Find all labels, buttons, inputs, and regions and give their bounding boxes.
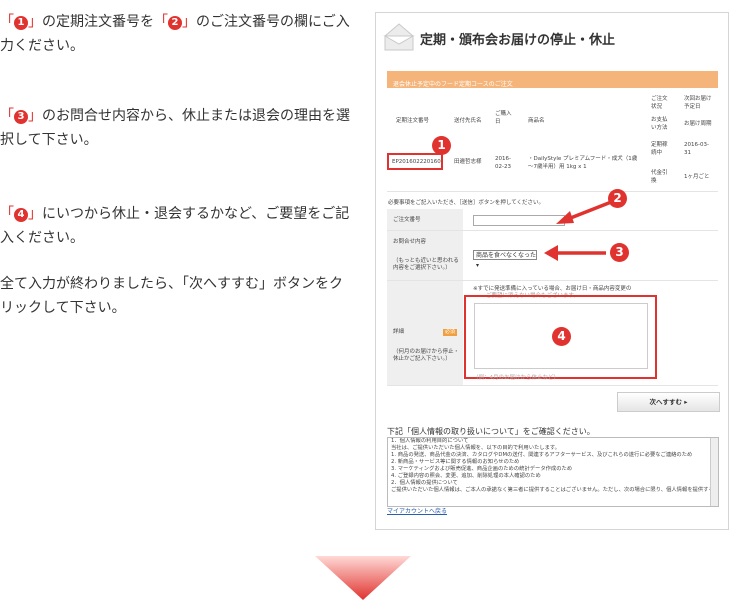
col-next-1: 次回お届け bbox=[684, 96, 712, 102]
page-title: 定期・頒布会お届けの停止・休止 bbox=[420, 33, 616, 48]
col-recipient: 送付先氏名 bbox=[454, 118, 482, 124]
privacy-line: ご提供いただいた個人情報は、ご本人の承諾なく第三者に提供することはございません。… bbox=[391, 487, 718, 493]
col-purchase-1: ご購入 bbox=[495, 111, 512, 117]
marker-3-big: 3 bbox=[610, 243, 629, 262]
col-product: 商品名 bbox=[528, 118, 545, 124]
next-button[interactable]: 次へすすむ ▸ bbox=[617, 392, 720, 412]
detail-foot: （例：4月のお届けから休止など） bbox=[473, 375, 560, 381]
col-order-no: 定期注文番号 bbox=[396, 118, 430, 124]
privacy-line: 4. ご登録内容の照会、変更、追加、削除処理の本人確認のため bbox=[391, 473, 541, 479]
col-purchase-2: 日 bbox=[495, 119, 501, 125]
product-1: ・DailyStyle プレミアムフード・成犬（1歳 bbox=[528, 156, 638, 162]
envelope-icon bbox=[383, 23, 415, 51]
detail-label: 詳細 bbox=[393, 329, 405, 335]
privacy-line: 当社は、ご提供いただいた個人情報を、以下の目的で利用いたします。 bbox=[391, 445, 560, 451]
instruction-1: 「1 」の定期注文番号を「 2 」のご注文番号の欄にご入力ください。 bbox=[0, 14, 350, 54]
instruction-3: 「4 」にいつから休止・退会するかなど、ご要望をご記入ください。 bbox=[0, 206, 350, 246]
inquiry-select[interactable]: 商品を食べなくなった ▾ bbox=[473, 250, 537, 269]
instruction-4: 全て入力が終わりましたら、「次へすすむ」ボタンをクリックして下さい。 bbox=[0, 276, 343, 316]
recipient-value: 田邉哲志様 bbox=[454, 159, 482, 165]
marker-3-icon: 3 bbox=[14, 110, 28, 124]
next-date-2: 31 bbox=[684, 150, 691, 156]
marker-1-icon: 1 bbox=[14, 16, 28, 30]
payment-2: 換 bbox=[651, 178, 657, 184]
col-cycle: お届け周期 bbox=[684, 121, 712, 127]
order-header-bar: 退会休止予定中のフード定期コースのご注文 bbox=[387, 71, 718, 88]
cycle-value: 1ヶ月ごと bbox=[684, 174, 710, 180]
privacy-line: 3. マーケティングおよび販売促進、商品企画のための統計データ作成のため bbox=[391, 466, 573, 472]
status-1: 定期稼 bbox=[651, 142, 668, 148]
col-payment-1: お支払 bbox=[651, 117, 668, 123]
required-badge: 必須 bbox=[443, 329, 457, 336]
product-2: 〜7歳半用）用 1kg x 1 bbox=[528, 164, 587, 170]
privacy-line: 1．個人情報の利用目的について bbox=[391, 438, 469, 444]
row-divider bbox=[387, 385, 718, 386]
form-note: 必要事項をご記入いただき、［送信］ボタンを押してください。 bbox=[388, 200, 545, 206]
arrow-3-icon bbox=[544, 245, 606, 261]
back-link[interactable]: マイアカウントへ戻る bbox=[387, 506, 447, 515]
col-status-1: ご注文 bbox=[651, 96, 668, 102]
status-2: 続中 bbox=[651, 150, 663, 156]
privacy-line: 2．個人情報の提供について bbox=[391, 480, 458, 486]
col-payment-2: い方法 bbox=[651, 125, 668, 131]
date-2: 02-23 bbox=[495, 164, 511, 170]
order-field-label: ご注文番号 bbox=[393, 217, 421, 223]
privacy-line: 2. 新商品・サービス等に関する情報のお知らせのため bbox=[391, 459, 520, 465]
order-no-highlight bbox=[387, 153, 443, 170]
marker-1-big: 1 bbox=[432, 136, 451, 155]
privacy-scrollbar[interactable] bbox=[710, 438, 718, 506]
detail-hint-2: 休止かご記入下さい。） bbox=[393, 356, 451, 362]
col-next-2: 予定日 bbox=[684, 104, 701, 110]
inquiry-hint-2: 内容をご選択下さい。） bbox=[393, 265, 451, 271]
marker-4-big: 4 bbox=[552, 327, 571, 346]
privacy-box: 1．個人情報の利用目的について 当社は、ご提供いただいた個人情報を、以下の目的で… bbox=[387, 437, 719, 507]
privacy-title: 下記「個人情報の取り扱いについて」をご確認ください。 bbox=[387, 427, 595, 436]
down-arrow-icon bbox=[315, 556, 411, 600]
date-1: 2016- bbox=[495, 156, 511, 162]
screenshot-panel: 定期・頒布会お届けの停止・休止 退会休止予定中のフード定期コースのご注文 定期注… bbox=[375, 12, 729, 530]
marker-4-icon: 4 bbox=[14, 208, 28, 222]
order-number-input[interactable] bbox=[473, 215, 565, 226]
next-date-1: 2016-03- bbox=[684, 142, 709, 148]
marker-2-big: 2 bbox=[608, 189, 627, 208]
col-status-2: 状況 bbox=[651, 104, 663, 110]
divider bbox=[387, 191, 718, 192]
inquiry-label: お問合せ内容 bbox=[393, 239, 427, 245]
marker-2-icon: 2 bbox=[168, 16, 182, 30]
instruction-2: 「3 」のお問合せ内容から、休止または退会の理由を選択して下さい。 bbox=[0, 108, 350, 148]
payment-1: 代金引 bbox=[651, 170, 668, 176]
privacy-line: 1. 商品の発送、商品代金の決済、カタログやDMの送付、関連するアフターサービス… bbox=[391, 452, 693, 458]
